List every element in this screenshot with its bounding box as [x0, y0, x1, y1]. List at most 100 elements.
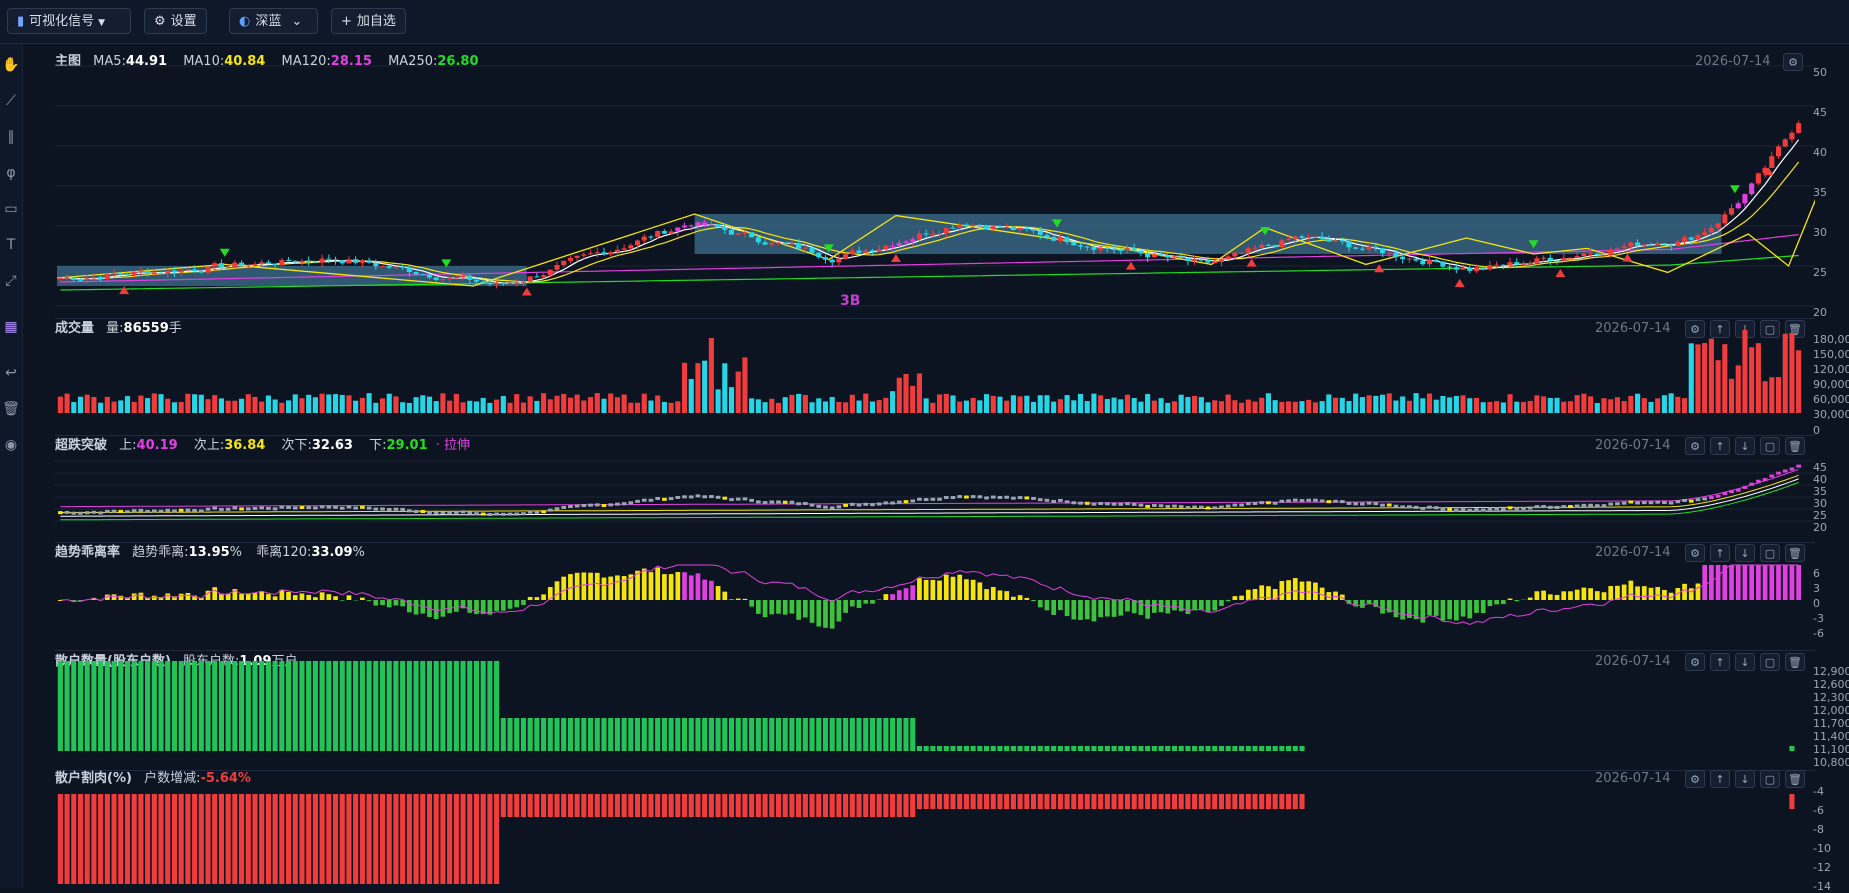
line-tool-icon[interactable]: ⟋ [0, 90, 22, 112]
deviation-bar [823, 600, 828, 628]
retail-change-bar [1058, 794, 1063, 809]
breakout-mark [743, 497, 748, 500]
retail-change-bar [615, 794, 620, 817]
breakout-mark [1736, 489, 1741, 492]
theme-select[interactable]: ◐深蓝⌄ [229, 8, 318, 34]
retail-change-bar [669, 794, 674, 817]
breakout-mark [367, 507, 372, 510]
shareholder-bar [1051, 746, 1056, 751]
breakout-mark [1608, 503, 1613, 506]
deviation-chart-canvas[interactable] [55, 544, 1815, 650]
palette-icon[interactable]: ▦ [0, 316, 22, 338]
add-watchlist-button[interactable]: +加自选 [331, 8, 406, 34]
main-chart-canvas[interactable] [55, 53, 1815, 318]
breakout-mark [662, 498, 667, 501]
candle [1205, 260, 1210, 263]
candle [400, 267, 405, 268]
breakout-mark [78, 512, 83, 515]
candle [145, 271, 150, 274]
volume-bar [299, 398, 304, 413]
undo-icon[interactable]: ↩ [0, 362, 22, 384]
candle [1534, 258, 1539, 263]
volume-bar [279, 403, 284, 413]
deviation-bar [1474, 600, 1479, 613]
breakout-mark [689, 495, 694, 498]
candle [1138, 251, 1143, 254]
shareholders-chart-canvas[interactable] [55, 653, 1815, 770]
retail-change-bar [71, 794, 76, 884]
volume-bar [1018, 396, 1023, 413]
retail-change-bar [246, 794, 251, 884]
volume-bar [205, 399, 210, 413]
settings-button[interactable]: ⚙设置 [144, 8, 207, 34]
candle [1313, 237, 1318, 238]
breakout-mark [964, 496, 969, 499]
breakout-mark [1192, 506, 1197, 509]
trash-icon[interactable]: 🗑 [0, 398, 22, 420]
retail-change-bar [1105, 794, 1110, 809]
candle [1306, 237, 1311, 238]
volume-chart-canvas[interactable] [55, 320, 1815, 435]
axis-tick: 12,000 [1813, 704, 1849, 717]
retail-change-bar [1098, 794, 1103, 809]
retail-change-bar [400, 794, 405, 884]
text-tool-icon[interactable]: T [0, 234, 22, 256]
shareholder-bar [306, 661, 311, 751]
retail-change-chart-canvas[interactable] [55, 770, 1815, 888]
eye-icon[interactable]: ◉ [0, 434, 22, 456]
candle [601, 252, 606, 254]
breakout-mark [1642, 501, 1647, 504]
candle [138, 271, 143, 272]
breakout-mark [85, 511, 90, 514]
retail-change-bar [279, 794, 284, 884]
candle [205, 267, 210, 273]
shareholder-bar [420, 661, 425, 751]
volume-bar [1259, 398, 1264, 413]
measure-icon[interactable]: ⤢ [0, 270, 22, 292]
volume-bar [1541, 396, 1546, 413]
visual-signal-button[interactable]: ▮可视化信号▼ [7, 8, 131, 34]
deviation-bar [1293, 578, 1298, 600]
volume-bar [1112, 398, 1117, 413]
volume-bar [528, 396, 533, 413]
axis-tick: -6 [1813, 627, 1824, 640]
fibonacci-icon[interactable]: φ [0, 162, 22, 184]
retail-change-bar [575, 794, 580, 817]
shareholder-bar [675, 718, 680, 751]
breakout-mark [971, 495, 976, 498]
breakout-mark [1555, 506, 1560, 509]
retail-change-bar [816, 794, 821, 817]
volume-bar [1058, 399, 1063, 413]
candle [306, 261, 311, 262]
candle [1226, 256, 1231, 259]
breakout-mark [387, 508, 392, 511]
retail-change-bar [1044, 794, 1049, 809]
candle [615, 250, 620, 252]
deviation-bar [1206, 600, 1211, 612]
breakout-mark [494, 513, 499, 516]
retail-change-bar [340, 794, 345, 884]
volume-bar [675, 401, 680, 413]
breakout-chart-canvas[interactable] [55, 437, 1815, 542]
deviation-bar [1608, 586, 1613, 600]
parallel-lines-icon[interactable]: ∥ [0, 126, 22, 148]
breakout-mark [541, 510, 546, 513]
candle [1709, 228, 1714, 233]
shareholder-bar [595, 718, 600, 751]
deviation-bar [561, 577, 566, 600]
breakout-mark [568, 505, 573, 508]
rectangle-tool-icon[interactable]: ▭ [0, 198, 22, 220]
volume-bar [373, 403, 378, 413]
deviation-bar [239, 594, 244, 600]
candle [420, 274, 425, 275]
candle [152, 273, 157, 275]
deviation-bar [1447, 600, 1452, 619]
volume-bar [1326, 394, 1331, 413]
hand-icon[interactable]: ✋ [0, 54, 22, 76]
deviation-bar [1018, 595, 1023, 600]
breakout-panel: 超跌突破 上:40.19 次上:36.84 次下:32.63 下:29.01 ·… [55, 437, 1815, 543]
axis-tick: -6 [1813, 804, 1824, 817]
breakout-upper-line [60, 469, 1798, 506]
retail-change-bar [1038, 794, 1043, 809]
retail-change-bar [548, 794, 553, 817]
